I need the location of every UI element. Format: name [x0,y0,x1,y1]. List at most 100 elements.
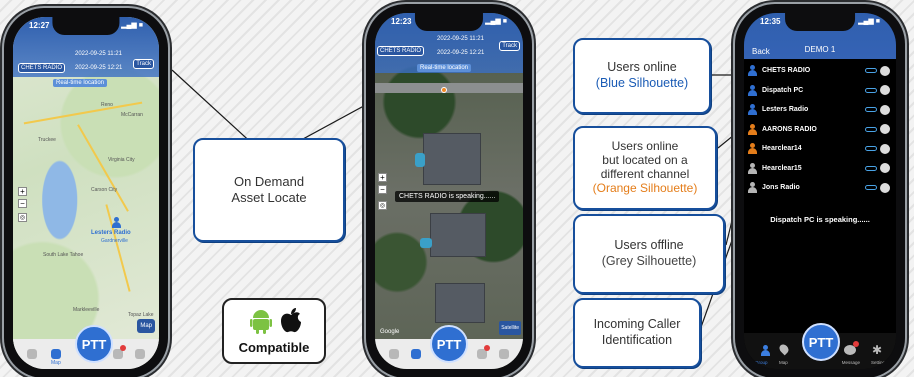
nav-label: Message [841,360,860,365]
house-roof [423,133,481,185]
callout-line: Incoming Caller [593,317,681,332]
locate-user-icon[interactable] [865,68,877,73]
realtime-banner: Real-time location [417,64,472,72]
user-silhouette-icon [748,143,757,154]
message-user-icon[interactable] [880,85,890,95]
user-row[interactable]: Dispatch PC [744,81,896,100]
message-user-icon[interactable] [880,163,890,173]
date-start[interactable]: 2022-09-25 11:21 [75,51,122,57]
callout-other-channel: Users online but located on a different … [573,126,717,210]
user-silhouette-icon [748,65,757,76]
phone-user-list: 12:35 ▂▄▆ ■ Back DEMO 1 CHETS RADIO Dispa… [735,4,905,377]
user-list: CHETS RADIO Dispatch PC Lesters Radio AARON… [744,61,896,201]
callout-line: Asset Locate [231,190,307,205]
date-start[interactable]: 2022-09-25 11:21 [437,36,484,42]
zoom-out-button[interactable]: − [378,185,387,194]
map-label: South Lake Tahoe [43,252,84,258]
locate-user-icon[interactable] [865,146,877,151]
ptt-button[interactable]: PTT [430,325,468,363]
google-logo: Google [380,329,400,335]
user-row[interactable]: CHETS RADIO [744,61,896,80]
locate-user-icon[interactable] [865,126,877,132]
map-nav-icon[interactable] [51,349,61,359]
message-user-icon[interactable] [880,65,890,76]
callout-sub: (Orange Silhouette) [592,180,698,195]
locate-button[interactable]: ◎ [18,213,27,222]
location-pin[interactable] [441,87,447,93]
user-row[interactable]: AARONS RADIO [744,120,896,139]
locate-user-icon[interactable] [865,185,877,190]
user-location-marker[interactable] [108,217,121,229]
nav-label: Setting [870,360,885,365]
user-name: Lesters Radio [762,106,809,113]
zoom-out-button[interactable]: − [18,199,27,208]
date-end[interactable]: 2022-09-25 12:21 [75,65,122,71]
nav-label: Group [755,360,768,365]
map-nav-icon[interactable] [777,342,791,356]
map-label: Virginia City [108,157,135,163]
user-silhouette-icon [748,123,757,135]
marker-label: Lesters Radio [91,230,131,236]
zoom-in-button[interactable]: + [18,187,27,196]
callout-main: Users offline [614,238,684,253]
callout-sub: (Blue Silhouette) [595,76,689,90]
user-silhouette-icon [748,84,757,96]
message-user-icon[interactable] [880,124,890,134]
user-row[interactable]: Lesters Radio [744,100,896,119]
settings-icon[interactable]: ✱ [872,344,882,356]
callout-line: On Demand [233,173,305,189]
settings-icon[interactable] [499,349,509,359]
user-row[interactable]: Hearclear15 [744,159,896,178]
callout-line: but located on a [602,153,688,168]
locate-user-icon[interactable] [865,87,877,93]
ptt-button[interactable]: PTT [75,325,113,363]
locate-user-icon[interactable] [865,165,877,171]
group-icon[interactable] [27,349,37,359]
message-user-icon[interactable] [880,104,890,115]
user-name: AARONS RADIO [762,125,817,133]
track-button[interactable]: Track [499,41,520,51]
house-roof [435,283,485,323]
message-user-icon[interactable] [880,143,890,154]
settings-icon[interactable] [135,349,145,359]
map-type-button[interactable]: Map [137,319,155,333]
callout-asset-locate: On Demand Asset Locate [193,138,345,242]
group-icon[interactable] [757,345,770,356]
unread-badge [484,345,490,351]
map-nav-icon[interactable] [411,349,421,359]
map-label: Topaz Lake [128,312,154,318]
unread-badge [853,341,859,347]
user-row[interactable]: Jons Radio [744,178,896,197]
house-roof [430,213,486,257]
user-name: Hearclear15 [762,164,802,172]
ptt-button[interactable]: PTT [802,323,840,361]
date-end[interactable]: 2022-09-25 12:21 [437,50,484,56]
compatible-label: Compatible [238,340,310,355]
track-button[interactable]: Track [133,59,154,69]
group-icon[interactable] [389,349,399,359]
callout-users-online: Users online (Blue Silhouette) [573,38,711,114]
user-row[interactable]: Hearclear14 [744,139,896,158]
status-time: 12:23 [391,17,412,26]
message-user-icon[interactable] [880,182,890,193]
notch [52,17,120,35]
channel-chip[interactable]: CHETS RADIO [377,46,425,56]
channel-chip[interactable]: CHETS RADIO [18,63,66,73]
callout-line: different channel [600,167,690,181]
satellite-toggle[interactable]: Satellite [499,321,521,335]
signal-icon: ▂▄▆ ■ [121,22,143,29]
realtime-banner: Real-time location [53,79,108,87]
callout-line: Users online [611,139,679,154]
zoom-in-button[interactable]: + [378,173,387,182]
locate-user-icon[interactable] [865,107,877,112]
user-name: CHETS RADIO [762,67,811,74]
nav-label: Map [779,360,788,365]
status-time: 12:35 [760,17,781,26]
user-silhouette-icon [748,182,757,193]
map-label: McCarran [121,112,143,118]
callout-line: Identification [601,333,673,347]
locate-button[interactable]: ◎ [378,201,387,210]
compatible-badge: Compatible [222,298,326,364]
android-icon [250,308,272,334]
user-silhouette-icon [748,162,757,174]
